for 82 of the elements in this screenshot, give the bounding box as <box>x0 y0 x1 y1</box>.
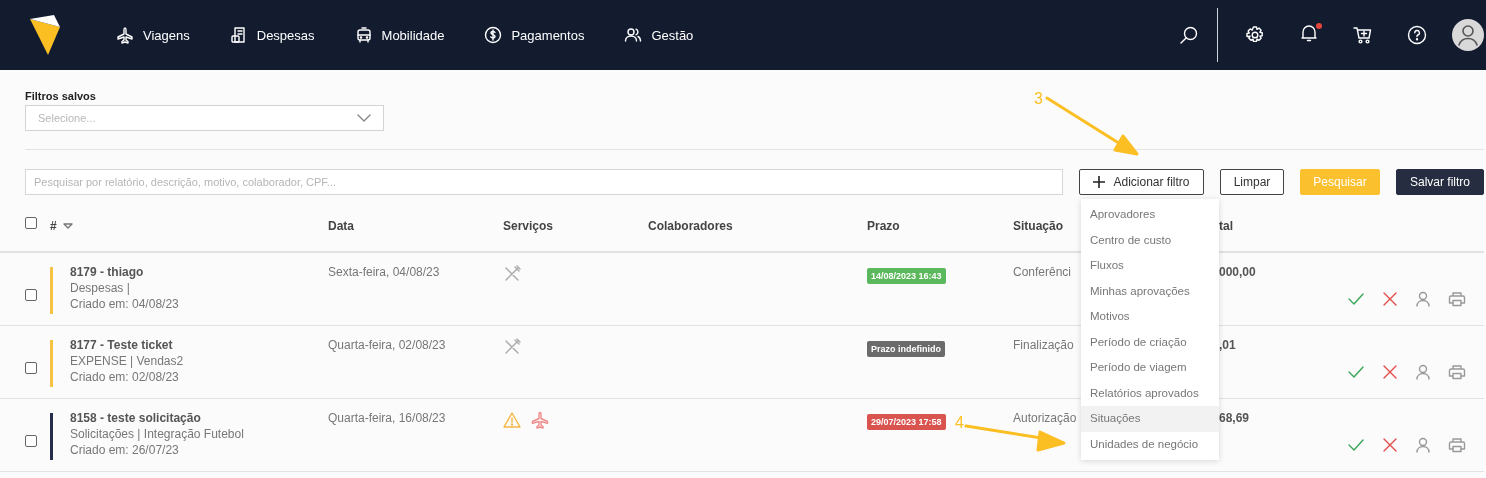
field-label: Filtros salvos <box>25 90 96 102</box>
table-cell: Autorização <box>1013 411 1077 425</box>
table-cell: Sexta-feira, 04/08/23 <box>328 265 440 279</box>
column-header: Serviços <box>503 219 554 233</box>
button[interactable]: Limpar <box>1220 169 1284 195</box>
airplane-icon <box>531 411 549 429</box>
column-header: Colaboradores <box>648 219 733 233</box>
receipt-icon <box>229 26 248 44</box>
nav-link[interactable]: Gestão <box>624 26 694 44</box>
checkbox[interactable] <box>25 362 37 374</box>
avatar-icon[interactable] <box>1452 19 1484 51</box>
button[interactable]: Adicionar filtro <box>1079 169 1204 195</box>
table-cell: Quarta-feira, 02/08/23 <box>328 338 446 352</box>
help-icon[interactable] <box>1407 25 1427 45</box>
nav-link[interactable]: Mobilidade <box>354 26 445 44</box>
column-header: Situação <box>1013 219 1063 233</box>
column-header: Data <box>328 219 354 233</box>
report-subtitle: Despesas | <box>70 281 131 295</box>
dollar-coin-icon <box>484 26 503 44</box>
person-icon[interactable] <box>1415 437 1431 453</box>
annotation-number: 4 <box>955 414 964 432</box>
close-icon[interactable] <box>1382 291 1398 307</box>
menu-item[interactable]: Motivos <box>1081 304 1219 330</box>
menu-item[interactable]: Fluxos <box>1081 253 1219 279</box>
printer-icon[interactable] <box>1448 437 1466 453</box>
report-subtitle: Solicitações | Integração Futebol <box>70 427 244 441</box>
menu-item[interactable]: Situações <box>1081 406 1219 432</box>
sort-caret-icon <box>62 223 73 229</box>
column-header: Prazo <box>867 219 900 233</box>
person-icon[interactable] <box>1415 364 1431 380</box>
deadline-badge: Prazo indefinido <box>867 341 945 357</box>
table-cell: ,01 <box>1219 338 1236 352</box>
created-date: Criado em: 02/08/23 <box>70 370 180 384</box>
report-title[interactable]: 8158 - teste solicitação <box>70 411 244 425</box>
logo <box>30 15 60 55</box>
annotation-number: 3 <box>1034 90 1043 108</box>
menu-item[interactable]: Centro de custo <box>1081 227 1219 253</box>
menu-item[interactable]: Período de criação <box>1081 329 1219 355</box>
fork-knife-icon <box>503 338 521 356</box>
deadline-badge: 14/08/2023 16:43 <box>867 268 946 284</box>
car-icon <box>354 26 373 44</box>
table-cell: 000,00 <box>1219 265 1256 279</box>
checkbox[interactable] <box>25 289 37 301</box>
fork-knife-icon <box>503 265 521 283</box>
nav-link[interactable]: Despesas <box>229 26 315 44</box>
menu-item[interactable]: Período de viagem <box>1081 355 1219 381</box>
search-icon[interactable] <box>1179 25 1199 45</box>
menu-item[interactable]: Aprovadores <box>1081 202 1219 228</box>
bell-icon[interactable] <box>1299 23 1319 43</box>
airplane-icon <box>116 26 134 44</box>
report-subtitle: EXPENSE | Vendas2 <box>70 354 184 368</box>
plus-icon <box>1093 176 1106 188</box>
cart-icon[interactable] <box>1353 25 1373 45</box>
created-date: Criado em: 26/07/23 <box>70 443 180 457</box>
nav-link[interactable]: Pagamentos <box>484 26 585 44</box>
column-header: tal <box>1219 219 1233 233</box>
deadline-badge: 29/07/2023 17:58 <box>867 414 946 430</box>
close-icon[interactable] <box>1382 364 1398 380</box>
report-title[interactable]: 8179 - thiago <box>70 265 179 279</box>
people-icon <box>624 26 643 44</box>
button[interactable]: Salvar filtro <box>1396 169 1484 195</box>
menu-item[interactable]: Minhas aprovações <box>1081 278 1219 304</box>
warning-icon <box>503 411 521 429</box>
report-title[interactable]: 8177 - Teste ticket <box>70 338 184 352</box>
printer-icon[interactable] <box>1448 291 1466 307</box>
table-cell: Quarta-feira, 16/08/23 <box>328 411 446 425</box>
table-cell: Finalização <box>1013 338 1074 352</box>
checkbox[interactable] <box>25 217 37 229</box>
settings-icon[interactable] <box>1245 25 1265 45</box>
created-date: Criado em: 04/08/23 <box>70 297 179 311</box>
checkbox[interactable] <box>25 435 37 447</box>
nav-link[interactable]: Viagens <box>116 26 190 44</box>
menu-item[interactable]: Relatórios aprovados <box>1081 380 1219 406</box>
column-header[interactable]: # <box>50 219 57 233</box>
person-icon[interactable] <box>1415 291 1431 307</box>
table-cell: 68,69 <box>1219 411 1250 425</box>
table-cell: Conferênci <box>1013 265 1072 279</box>
menu-item[interactable]: Unidades de negócio <box>1081 431 1219 457</box>
chevron-down-icon <box>357 114 371 122</box>
printer-icon[interactable] <box>1448 364 1466 380</box>
search-field[interactable]: Pesquisar por relatório, descrição, motivo, colaborador, CPF... <box>25 169 1063 195</box>
close-icon[interactable] <box>1382 437 1398 453</box>
